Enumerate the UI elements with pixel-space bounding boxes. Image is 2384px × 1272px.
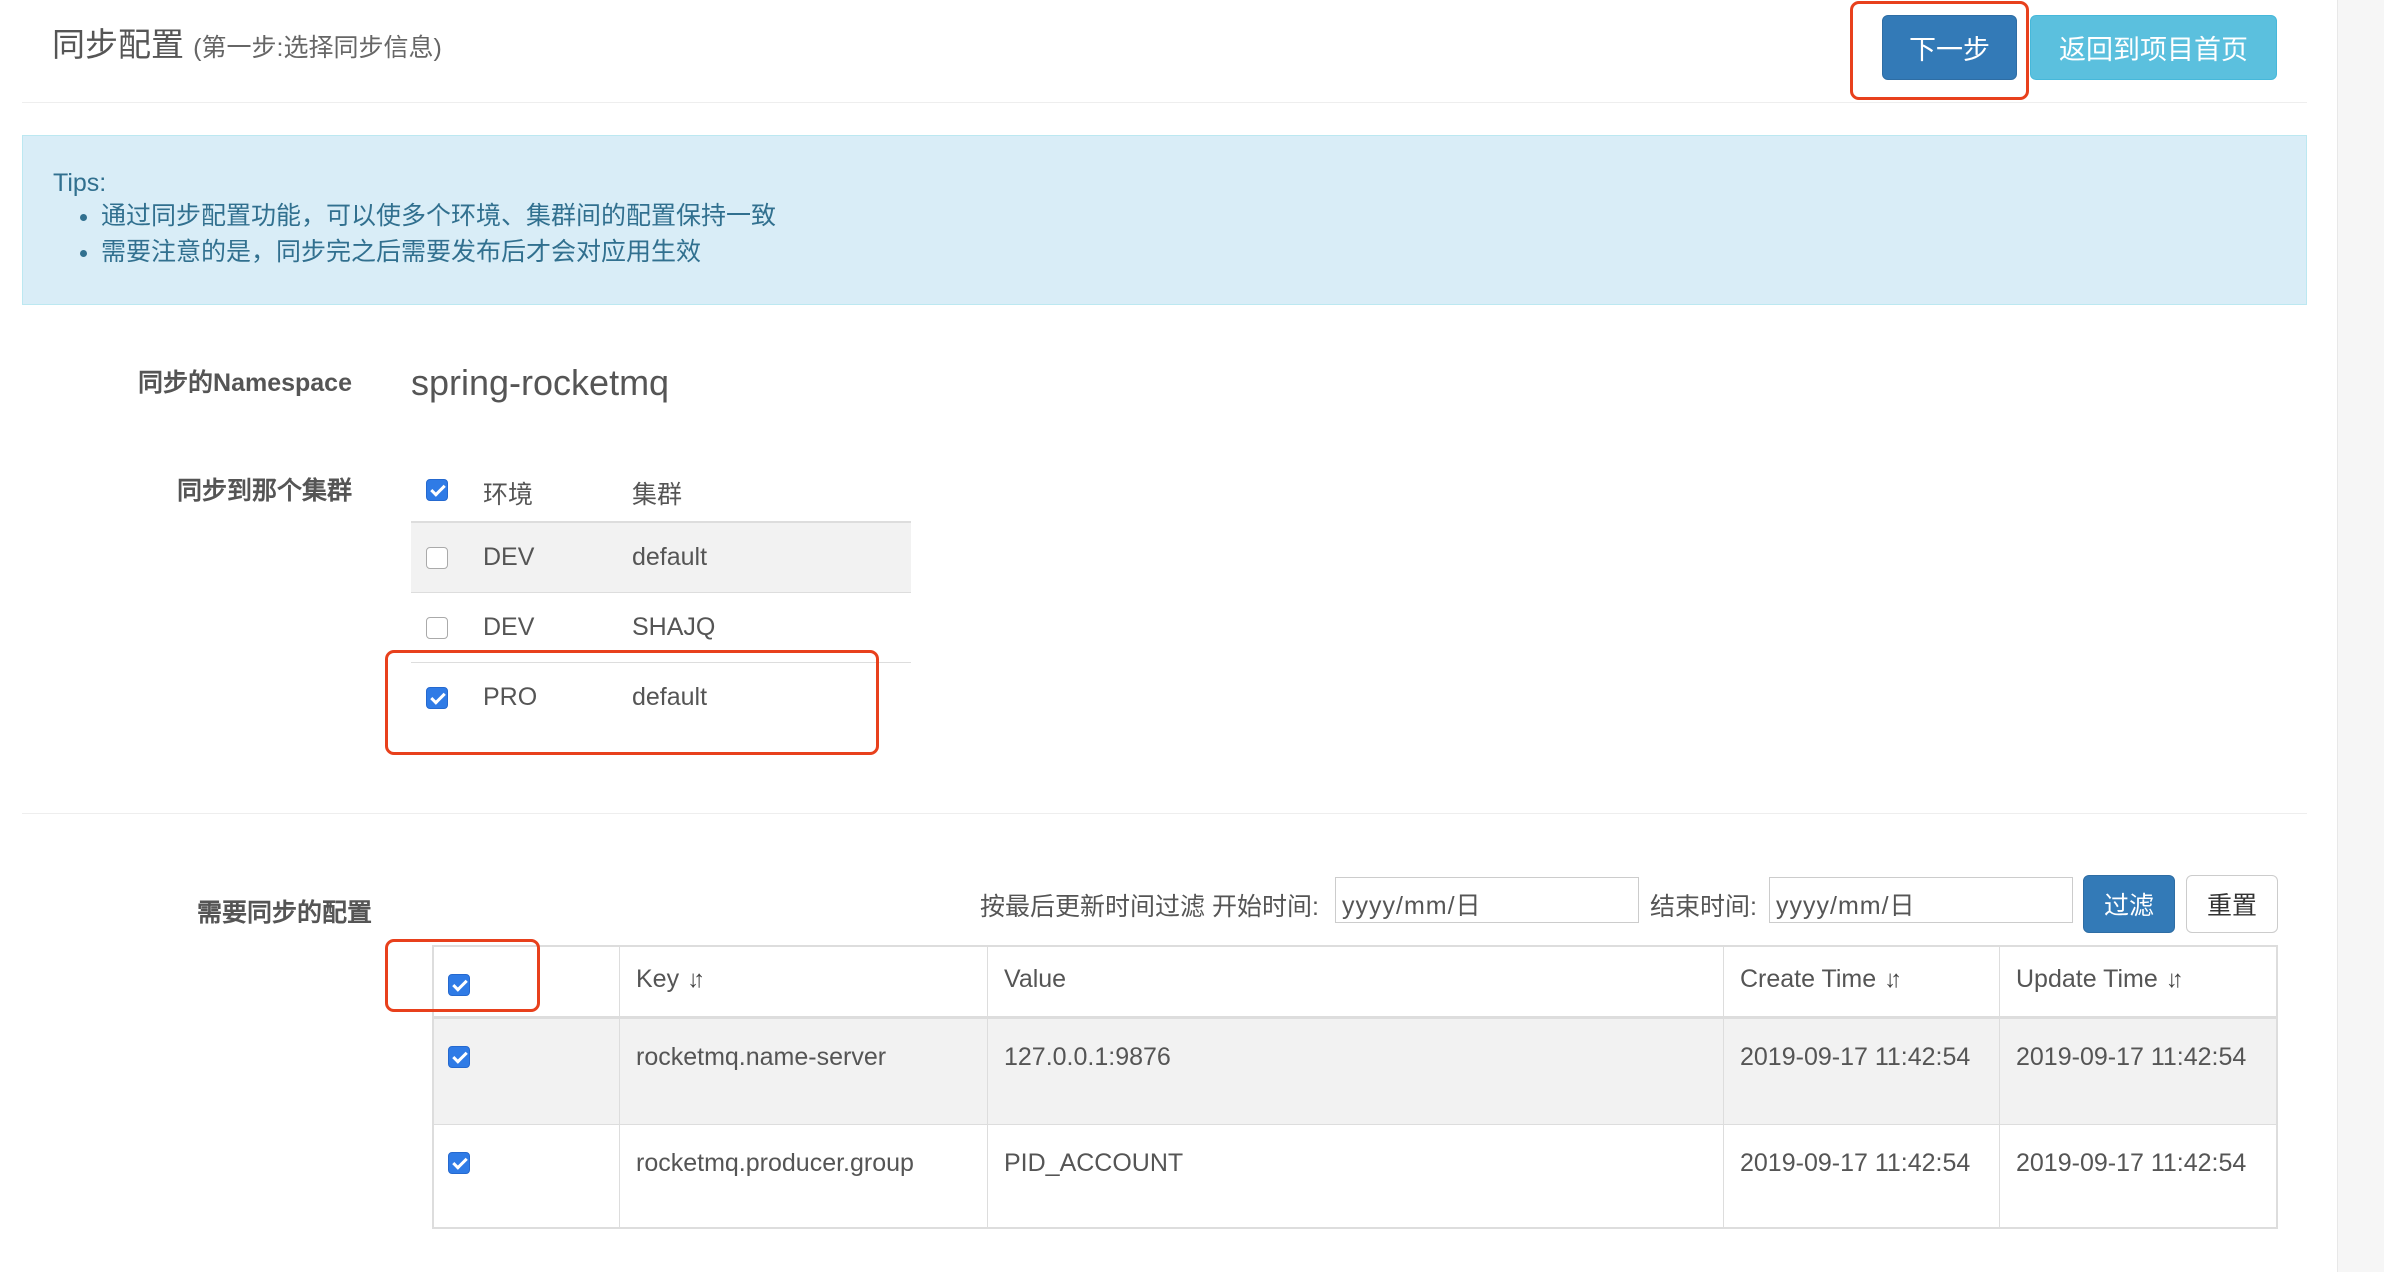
tips-item: 通过同步配置功能，可以使多个环境、集群间的配置保持一致 (101, 198, 776, 234)
back-to-project-button[interactable]: 返回到项目首页 (2030, 15, 2277, 80)
create-time-column-header[interactable]: Create Time ↓↑ (1724, 947, 2000, 1016)
cluster-checkbox[interactable] (426, 617, 448, 639)
env-column-header: 环境 (483, 481, 534, 509)
key-column-header[interactable]: Key ↓↑ (620, 947, 988, 1016)
config-update-time: 2019-09-17 11:42:54 (2016, 1043, 2247, 1071)
config-table: Key ↓↑ Value Create Time ↓↑ Update Time ↓↑ … (432, 945, 2278, 1229)
config-checkbox[interactable] (448, 1152, 470, 1174)
config-checkbox[interactable] (448, 1046, 470, 1068)
filter-by-update-label: 按最后更新时间过滤 开始时间: (980, 887, 1319, 923)
namespace-value: spring-rocketmq (411, 362, 670, 403)
page-title-text: 同步配置 (52, 26, 184, 63)
header-divider (22, 102, 2307, 103)
tips-title: Tips: (53, 169, 107, 197)
cluster-section-label: 同步到那个集群 (176, 477, 352, 505)
config-key: rocketmq.name-server (620, 1019, 988, 1124)
filter-button[interactable]: 过滤 (2083, 875, 2175, 933)
update-time-column-header[interactable]: Update Time ↓↑ (2000, 947, 2276, 1016)
config-row[interactable]: rocketmq.name-server 127.0.0.1:9876 2019… (434, 1019, 2276, 1125)
cluster-checkbox[interactable] (426, 547, 448, 569)
vertical-scrollbar[interactable] (2337, 0, 2384, 1272)
cluster-name: SHAJQ (632, 613, 716, 641)
key-column-label: Key (636, 965, 680, 993)
cluster-env: DEV (483, 613, 535, 641)
namespace-label: 同步的Namespace (138, 369, 352, 397)
config-section-label: 需要同步的配置 (196, 899, 372, 927)
sort-icon[interactable]: ↓↑ (1884, 966, 1902, 993)
tips-alert: Tips: 通过同步配置功能，可以使多个环境、集群间的配置保持一致 需要注意的是… (22, 135, 2307, 305)
highlight-next-button (1850, 1, 2029, 100)
value-column-label: Value (1004, 965, 1067, 993)
cluster-column-header: 集群 (632, 481, 683, 509)
config-update-time: 2019-09-17 11:42:54 (2016, 1149, 2247, 1177)
cluster-name: default (632, 543, 708, 571)
config-create-time: 2019-09-17 11:42:54 (1724, 1125, 2000, 1227)
sort-icon[interactable]: ↓↑ (2166, 966, 2184, 993)
config-key: rocketmq.producer.group (620, 1125, 988, 1227)
start-time-label: 开始时间: (1211, 893, 1319, 921)
config-create-time: 2019-09-17 11:42:54 (1724, 1019, 2000, 1124)
highlight-pro-cluster (385, 650, 879, 755)
highlight-select-all-configs (385, 939, 540, 1012)
start-date-input[interactable]: yyyy/mm/日 (1335, 877, 1639, 923)
tips-list: 通过同步配置功能，可以使多个环境、集群间的配置保持一致 需要注意的是，同步完之后… (53, 198, 776, 270)
config-value: 127.0.0.1:9876 (988, 1019, 1724, 1124)
section-divider (22, 813, 2307, 814)
filter-label-text: 按最后更新时间过滤 (980, 893, 1206, 921)
page-title: 同步配置 (第一步:选择同步信息) (52, 18, 442, 66)
end-time-label: 结束时间: (1650, 893, 1757, 921)
end-date-input[interactable]: yyyy/mm/日 (1769, 877, 2073, 923)
config-table-header: Key ↓↑ Value Create Time ↓↑ Update Time ↓↑ (434, 947, 2276, 1019)
config-row[interactable]: rocketmq.producer.group PID_ACCOUNT 2019… (434, 1125, 2276, 1227)
config-value: PID_ACCOUNT (988, 1125, 1724, 1227)
reset-button[interactable]: 重置 (2186, 875, 2278, 933)
cluster-row[interactable]: DEV default (411, 523, 911, 593)
sort-icon[interactable]: ↓↑ (687, 966, 705, 993)
value-column-header: Value (988, 947, 1724, 1016)
select-all-clusters-checkbox[interactable] (426, 479, 448, 501)
tips-item: 需要注意的是，同步完之后需要发布后才会对应用生效 (101, 234, 776, 270)
page-subtitle: (第一步:选择同步信息) (193, 34, 442, 62)
update-time-column-label: Update Time (2016, 965, 2158, 993)
cluster-table-header: 环境 集群 (411, 455, 911, 523)
create-time-column-label: Create Time (1740, 965, 1877, 993)
cluster-env: DEV (483, 543, 535, 571)
